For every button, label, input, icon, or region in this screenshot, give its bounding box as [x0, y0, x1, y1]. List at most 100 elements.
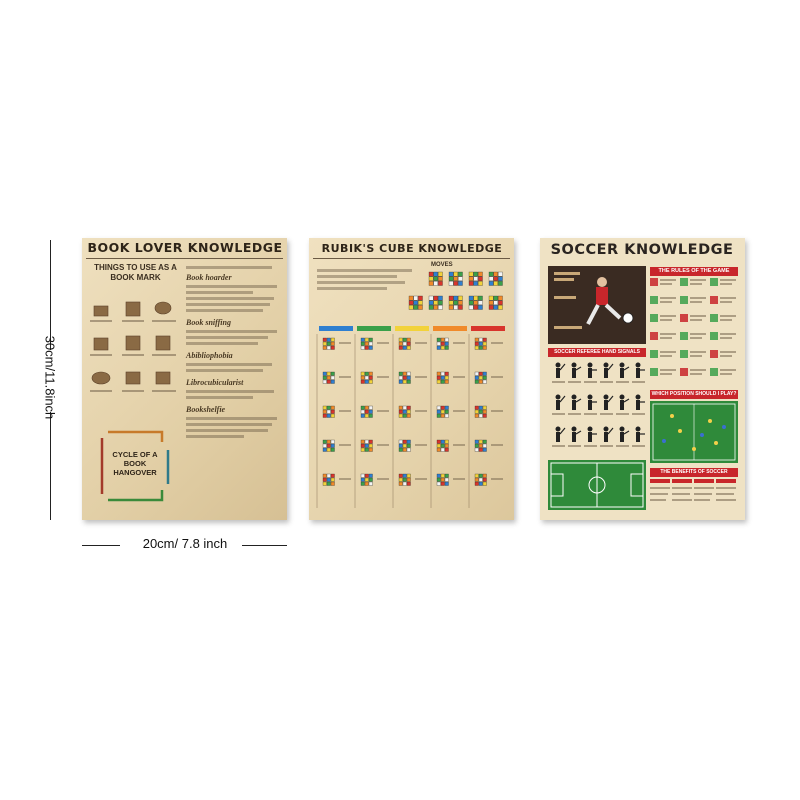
- cube-sticker: [322, 375, 327, 380]
- cube-sticker: [326, 473, 331, 478]
- referee-arm: [559, 363, 566, 371]
- signal-text-line: [600, 381, 613, 383]
- rule-text-line: [690, 319, 702, 321]
- cube-sticker: [448, 281, 454, 286]
- cube-sticker: [478, 305, 483, 310]
- rule-text-line: [690, 355, 702, 357]
- cube-sticker: [368, 447, 373, 452]
- text-line: [186, 417, 278, 420]
- cube-sticker: [326, 413, 331, 418]
- rule-text-line: [660, 333, 676, 335]
- cube-sticker: [436, 473, 441, 478]
- cube-sticker: [488, 271, 494, 277]
- referee-body: [604, 432, 608, 442]
- cube-sticker: [330, 409, 335, 414]
- cube-sticker: [438, 281, 443, 286]
- cube-sticker: [326, 375, 331, 380]
- cube-sticker: [444, 375, 449, 380]
- cube-sticker: [360, 473, 365, 478]
- cube-sticker: [438, 271, 443, 277]
- width-dimension-label: 20cm/ 7.8 inch: [142, 536, 228, 551]
- cube-sticker: [330, 447, 335, 452]
- cube-sticker: [438, 276, 443, 281]
- cube-sticker: [474, 405, 479, 410]
- cube-sticker: [474, 473, 479, 478]
- cube-sticker: [458, 305, 463, 310]
- term-book-hoarder: Book hoarder: [186, 273, 232, 282]
- step-text-line: [491, 342, 503, 344]
- bookmark-heading: THINGS TO USE AS A BOOK MARK: [94, 263, 177, 282]
- cube-sticker: [444, 345, 449, 350]
- soccer-player-illustration: [554, 272, 634, 329]
- rule-text-line: [660, 355, 672, 357]
- signal-text-line: [632, 413, 645, 415]
- text-line: [186, 363, 273, 366]
- cube-sticker: [444, 447, 449, 452]
- cube-sticker: [444, 379, 449, 384]
- cube-sticker: [360, 439, 365, 444]
- signal-text-line: [584, 445, 597, 447]
- cube-sticker: [406, 477, 411, 482]
- benefits-columns: [650, 479, 736, 501]
- cube-sticker: [444, 481, 449, 486]
- cube-sticker: [440, 477, 445, 482]
- cube-sticker: [322, 409, 327, 414]
- rule-icon: [680, 368, 688, 376]
- cube-sticker: [428, 295, 434, 301]
- cube-sticker: [408, 300, 414, 305]
- referee-head: [555, 394, 561, 400]
- cube-sticker: [482, 413, 487, 418]
- text-line: [186, 390, 275, 393]
- referee-body: [604, 400, 608, 410]
- referee-arm: [623, 430, 630, 435]
- cube-sticker: [406, 379, 411, 384]
- referee-head: [619, 362, 625, 368]
- cube-sticker: [406, 375, 411, 380]
- cube-sticker: [498, 295, 503, 301]
- cube-sticker: [326, 345, 331, 350]
- cube-sticker: [433, 300, 438, 305]
- cube-sticker: [478, 481, 483, 486]
- cube-sticker: [474, 413, 479, 418]
- rule-icon: [710, 368, 718, 376]
- cube-sticker: [406, 481, 411, 486]
- cube-sticker: [458, 300, 463, 305]
- cube-sticker: [322, 337, 327, 342]
- cube-sticker: [444, 413, 449, 418]
- cube-sticker: [444, 341, 449, 346]
- referee-head: [571, 394, 577, 400]
- signal-text-line: [568, 413, 581, 415]
- cube-sticker: [398, 405, 403, 410]
- cube-sticker: [360, 409, 365, 414]
- cube-sticker: [493, 300, 498, 305]
- bookmark-item-sketch: [93, 337, 109, 351]
- cube-sticker: [428, 276, 434, 281]
- step-text-line: [415, 444, 427, 446]
- signal-text-line: [616, 381, 629, 383]
- cube-sticker: [478, 345, 483, 350]
- cube-sticker: [448, 305, 454, 310]
- cube-sticker: [402, 473, 407, 478]
- cube-sticker: [406, 345, 411, 350]
- cube-sticker: [478, 375, 483, 380]
- cube-sticker: [360, 337, 365, 342]
- cube-sticker: [360, 477, 365, 482]
- cube-sticker: [360, 481, 365, 486]
- bookmark-item-sketch: [155, 371, 171, 385]
- cube-sticker: [368, 405, 373, 410]
- cube-sticker: [360, 447, 365, 452]
- signal-text-line: [616, 413, 629, 415]
- width-dimension: 20cm/ 7.8 inch: [82, 535, 287, 555]
- cube-sticker: [473, 305, 478, 310]
- cube-sticker: [398, 337, 403, 342]
- cube-sticker: [402, 477, 407, 482]
- soccer-poster: SOCCER KNOWLEDGE THE RULES OF THE GAME S…: [540, 238, 745, 520]
- cube-sticker: [488, 305, 494, 310]
- rule-text-line: [720, 351, 736, 353]
- cube-sticker: [368, 473, 373, 478]
- cube-sticker: [488, 300, 494, 305]
- referee-head: [603, 426, 609, 432]
- cube-sticker: [444, 337, 449, 342]
- cube-sticker: [473, 295, 478, 301]
- step-text-line: [415, 410, 427, 412]
